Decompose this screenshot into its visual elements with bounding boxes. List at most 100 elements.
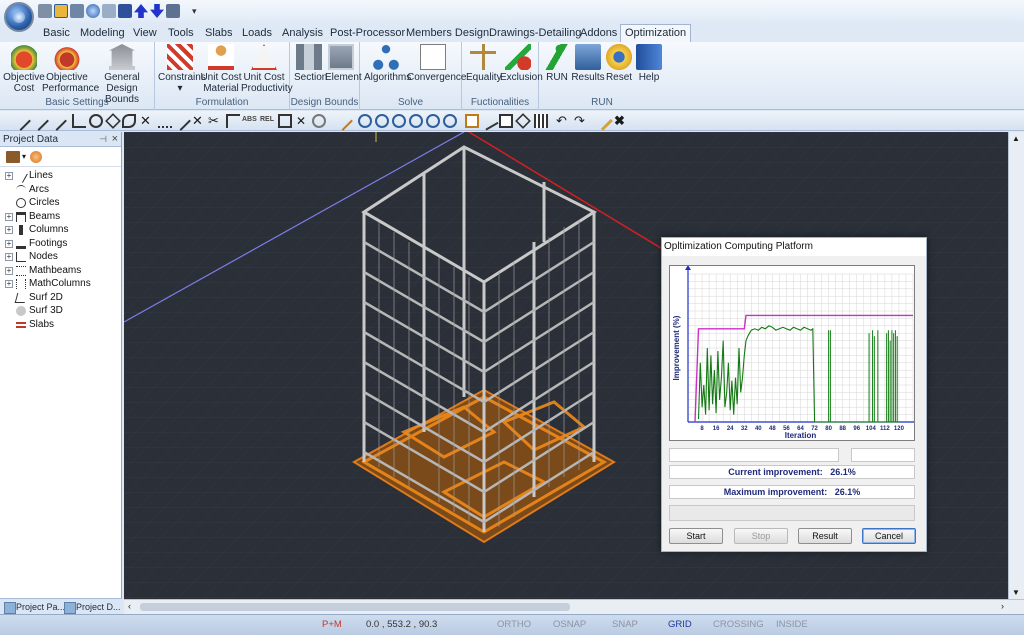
extend-tool-icon[interactable]: ✂ bbox=[208, 114, 222, 128]
scroll-right-icon[interactable]: › bbox=[1001, 601, 1004, 611]
cancel-button[interactable]: Cancel bbox=[862, 528, 916, 544]
tab-view[interactable]: View bbox=[129, 26, 161, 42]
run-button[interactable]: RUN bbox=[544, 44, 570, 83]
status-ortho[interactable]: ORTHO bbox=[497, 619, 531, 630]
expand-icon[interactable]: + bbox=[5, 280, 13, 288]
tab-slabs[interactable]: Slabs bbox=[201, 26, 237, 42]
polyline-tool-icon[interactable] bbox=[29, 111, 49, 131]
tab-project-pa[interactable]: Project Pa... bbox=[2, 600, 65, 614]
element-button[interactable]: Element bbox=[325, 44, 362, 83]
stop-button[interactable]: Stop bbox=[734, 528, 788, 544]
tab-modeling[interactable]: Modeling bbox=[76, 26, 129, 42]
corner-tool-icon[interactable] bbox=[226, 114, 240, 128]
result-button[interactable]: Result bbox=[798, 528, 852, 544]
tab-members-design[interactable]: Members Design bbox=[402, 26, 493, 42]
tree-item-arcs[interactable]: Arcs bbox=[0, 183, 121, 197]
dimension-tool-icon[interactable] bbox=[158, 114, 172, 128]
status-grid[interactable]: GRID bbox=[668, 619, 692, 630]
tree-item-beams[interactable]: + Beams bbox=[0, 210, 121, 224]
tree-item-slabs[interactable]: Slabs bbox=[0, 318, 121, 332]
connect-icon[interactable] bbox=[70, 4, 84, 18]
network-icon[interactable] bbox=[102, 4, 116, 18]
zoom-all-icon[interactable] bbox=[443, 114, 457, 128]
tree-item-footings[interactable]: + Footings bbox=[0, 237, 121, 251]
constrains-button[interactable]: Constrains ▾ bbox=[158, 44, 206, 94]
save-icon[interactable] bbox=[118, 4, 132, 18]
scroll-up-icon[interactable]: ▲ bbox=[1012, 134, 1020, 143]
expand-icon[interactable]: + bbox=[5, 226, 13, 234]
abs-toggle[interactable]: ABS bbox=[242, 116, 257, 123]
quick-access-more-icon[interactable]: ▾ bbox=[192, 6, 197, 17]
circle-tool-icon[interactable] bbox=[89, 114, 103, 128]
redo-icon[interactable]: ↷ bbox=[574, 114, 588, 128]
tab-loads[interactable]: Loads bbox=[238, 26, 276, 42]
print-icon[interactable] bbox=[38, 4, 52, 18]
unit-cost-productivity-button[interactable]: Unit Cost Productivity bbox=[241, 44, 293, 94]
tree-item-mathbeams[interactable]: + Mathbeams bbox=[0, 264, 121, 278]
convergence-button[interactable]: Convergence bbox=[407, 44, 466, 83]
results-button[interactable]: Results bbox=[571, 44, 605, 83]
zoom-window-icon[interactable] bbox=[358, 114, 372, 128]
pen-tool-icon[interactable] bbox=[171, 111, 191, 131]
help-button[interactable]: Help bbox=[635, 44, 663, 83]
tree-view-icon[interactable] bbox=[6, 151, 20, 163]
close-x-icon[interactable]: ✖ bbox=[614, 114, 628, 128]
horizontal-scroll-thumb[interactable] bbox=[140, 603, 570, 611]
status-osnap[interactable]: OSNAP bbox=[553, 619, 586, 630]
tab-addons[interactable]: Addons bbox=[576, 26, 621, 42]
vertical-scrollbar[interactable]: ▲ ▼ bbox=[1008, 132, 1024, 599]
globe-icon[interactable] bbox=[86, 4, 100, 18]
status-snap[interactable]: SNAP bbox=[612, 619, 638, 630]
broom-icon[interactable] bbox=[593, 111, 613, 131]
tab-tools[interactable]: Tools bbox=[164, 26, 198, 42]
tab-project-d[interactable]: Project D... bbox=[62, 600, 121, 614]
status-inside[interactable]: INSIDE bbox=[776, 619, 808, 630]
arrow-down-icon[interactable] bbox=[150, 4, 164, 18]
section-button[interactable]: Section bbox=[294, 44, 327, 83]
frame-tool-icon[interactable] bbox=[278, 114, 292, 128]
algorithms-button[interactable]: Algorithms bbox=[364, 44, 411, 83]
close-icon[interactable]: × bbox=[112, 132, 118, 147]
dropdown-icon[interactable]: ▾ bbox=[22, 152, 26, 161]
delete-x-tool-icon[interactable]: ✕ bbox=[296, 114, 310, 128]
equality-button[interactable]: Equality bbox=[466, 44, 502, 83]
status-crossing[interactable]: CROSSING bbox=[713, 619, 764, 630]
grid-select-icon[interactable] bbox=[534, 114, 548, 128]
curve-tool-icon[interactable] bbox=[47, 111, 67, 131]
expand-icon[interactable]: + bbox=[5, 239, 13, 248]
unit-cost-material-button[interactable]: Unit Cost Material bbox=[200, 44, 242, 94]
cross-tool-icon[interactable]: ✕ bbox=[140, 114, 154, 128]
tree-item-lines[interactable]: + Lines bbox=[0, 169, 121, 183]
rel-toggle[interactable]: REL bbox=[260, 116, 274, 123]
pencil-tool-icon[interactable] bbox=[333, 111, 353, 131]
tab-post-processor[interactable]: Post-Processor bbox=[326, 26, 409, 42]
expand-icon[interactable]: + bbox=[5, 212, 13, 221]
screen-icon[interactable] bbox=[166, 4, 180, 18]
tree-item-mathcolumns[interactable]: + MathColumns bbox=[0, 277, 121, 291]
checkbox-select-icon[interactable] bbox=[499, 114, 513, 128]
objective-cost-button[interactable]: Objective Cost bbox=[3, 44, 45, 94]
refresh-icon[interactable] bbox=[30, 151, 42, 163]
scroll-down-icon[interactable]: ▼ bbox=[1012, 588, 1020, 597]
tab-analysis[interactable]: Analysis bbox=[278, 26, 327, 42]
scroll-left-icon[interactable]: ‹ bbox=[128, 601, 131, 611]
objective-performance-button[interactable]: Objective Performance bbox=[42, 44, 99, 94]
zoom-extents-icon[interactable] bbox=[392, 114, 406, 128]
zoom-in-icon[interactable] bbox=[375, 114, 389, 128]
arrow-up-icon[interactable] bbox=[134, 4, 148, 18]
polyline-select-icon[interactable] bbox=[479, 111, 499, 131]
zoom-minus-icon[interactable] bbox=[426, 114, 440, 128]
tree-item-columns[interactable]: + Columns bbox=[0, 223, 121, 237]
app-menu-button[interactable] bbox=[4, 2, 34, 32]
tree-item-circles[interactable]: Circles bbox=[0, 196, 121, 210]
polygon-select-icon[interactable] bbox=[515, 113, 531, 129]
horizontal-scrollbar[interactable]: ‹ › bbox=[124, 599, 1024, 614]
tree-item-nodes[interactable]: + Nodes bbox=[0, 250, 121, 264]
zoom-plus-icon[interactable] bbox=[409, 114, 423, 128]
expand-icon[interactable]: + bbox=[5, 172, 13, 180]
trim-tool-icon[interactable]: ✕ bbox=[192, 114, 206, 128]
tab-drawings-detailing[interactable]: Drawings-Detailing bbox=[485, 26, 585, 42]
expand-icon[interactable]: + bbox=[5, 253, 13, 261]
perpendicular-tool-icon[interactable] bbox=[72, 114, 86, 128]
hand-tool-icon[interactable] bbox=[312, 114, 326, 128]
